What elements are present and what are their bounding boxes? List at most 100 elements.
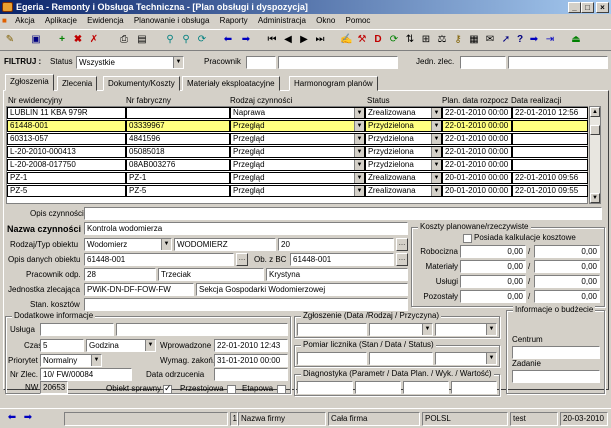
czas-input[interactable]: 5 (40, 339, 84, 352)
dropdown-icon[interactable]: ▼ (431, 121, 441, 131)
dropdown-icon[interactable]: ▼ (354, 108, 364, 118)
table-cell[interactable]: 22-01-2010 00:00 (442, 146, 512, 158)
table-cell[interactable]: 60313-057 (7, 133, 126, 145)
menu-pomoc[interactable]: Pomoc (342, 14, 375, 28)
stan-kosztow-input[interactable] (84, 298, 408, 311)
dropdown-icon[interactable]: ▼ (354, 160, 364, 170)
sort-icon[interactable]: ⇅ (404, 34, 416, 46)
usluga-name-input[interactable] (116, 323, 288, 336)
zgloszenie-przyczyna-select[interactable]: ▼ (435, 323, 497, 336)
table-cell[interactable]: Przegląd ▼ (230, 172, 365, 184)
wprowadzone-input[interactable]: 22-01-2010 12:43 (214, 339, 288, 352)
wymag-input[interactable]: 31-01-2010 00:00 (214, 354, 288, 367)
col-header-nr-ewid[interactable]: Nr ewidencyjny (8, 96, 62, 106)
dropdown-icon[interactable]: ▼ (431, 147, 441, 157)
table-cell[interactable]: 22-01-2010 09:55 (512, 185, 588, 197)
zadanie-input[interactable] (512, 370, 600, 383)
table-row[interactable]: PZ-1 PZ-1 Przegląd ▼ Zrealizowana ▼ 20-01-2010… (7, 172, 589, 184)
table-cell[interactable]: 08AB003276 (126, 159, 230, 171)
tab-harmonogram[interactable]: Harmonogram planów (289, 76, 378, 91)
table-cell[interactable]: PZ-1 (7, 172, 126, 184)
dropdown-icon[interactable]: ▼ (431, 186, 441, 196)
dropdown-icon[interactable]: ▼ (431, 134, 441, 144)
arrow-right-icon[interactable]: ➡ (240, 34, 252, 46)
table-row[interactable]: 61448-001 03339967 Przegląd ▼ Przydzielona ▼ 2… (7, 120, 589, 132)
nazwa-czynnosci-input[interactable]: Kontrola wodomierza (84, 222, 408, 235)
prev-record-icon[interactable]: ◀ (282, 34, 294, 46)
pomiar-data-input[interactable] (369, 352, 433, 365)
obiekt-sprawny-checkbox[interactable] (163, 383, 172, 394)
col-header-rodzaj[interactable]: Rodzaj czynności (230, 96, 292, 106)
menu-ewidencja[interactable]: Ewidencja (83, 14, 127, 28)
posiada-kalkulacje-checkbox[interactable] (463, 234, 472, 243)
jedn-name-input[interactable] (508, 56, 608, 69)
status-back-icon[interactable]: ⬅ (6, 412, 18, 424)
table-cell[interactable]: 03339967 (126, 120, 230, 132)
pracownik-id-input[interactable] (246, 56, 276, 69)
menu-okno[interactable]: Okno (312, 14, 339, 28)
pracownik-name-input[interactable] (278, 56, 398, 69)
dropdown-icon[interactable]: ▼ (354, 134, 364, 144)
jednostka-name[interactable]: Sekcja Gospodarki Wodomierzowej (196, 283, 408, 296)
ob-bc-input[interactable]: 61448-001 (290, 253, 394, 266)
add-icon[interactable]: + (56, 34, 68, 46)
scroll-down-icon[interactable]: ▼ (590, 193, 600, 203)
table-cell[interactable]: 22-01-2010 12:56 (512, 107, 588, 119)
table-row[interactable]: PZ-5 PZ-5 Przegląd ▼ Zrealizowana ▼ 20-01-2010… (7, 185, 589, 197)
tree-icon[interactable]: ⊞ (420, 34, 432, 46)
scroll-thumb[interactable] (590, 125, 600, 135)
cursor-icon[interactable]: ➚ (500, 34, 512, 46)
pracownik-imie[interactable]: Krystyna (266, 268, 408, 281)
koszt-rzecz-input[interactable]: 0,00 (534, 275, 600, 288)
table-cell[interactable]: 22-01-2010 00:00 (442, 159, 512, 171)
table-cell[interactable] (126, 107, 230, 119)
diag-wyk-input[interactable] (403, 381, 449, 394)
jedn-code-input[interactable] (460, 56, 506, 69)
diag-parametr-input[interactable] (297, 381, 353, 394)
menu-administracja[interactable]: Administracja (254, 14, 310, 28)
col-header-plan-data[interactable]: Plan. data rozpocz (442, 96, 508, 106)
przestojowa-checkbox[interactable] (227, 385, 236, 394)
pracownik-nazwisko[interactable]: Trzeciak (158, 268, 264, 281)
menu-raporty[interactable]: Raporty (216, 14, 252, 28)
status-filter-select[interactable]: Wszystkie ▼ (76, 56, 184, 69)
tab-zlecenia[interactable]: Zlecenia (57, 76, 98, 91)
menu-planowanie[interactable]: Planowanie i obsługa (130, 14, 214, 28)
table-cell[interactable]: 05085018 (126, 146, 230, 158)
table-cell[interactable] (512, 159, 588, 171)
table-cell[interactable] (512, 120, 588, 132)
last-record-icon[interactable]: ⏭ (314, 34, 326, 46)
pomiar-status-select[interactable]: ▼ (435, 352, 497, 365)
status-forward-icon[interactable]: ➡ (22, 412, 34, 424)
delete-icon[interactable]: ✖ (72, 34, 84, 46)
grid-scrollbar[interactable]: ▲ ▼ (589, 106, 601, 204)
koszt-rzecz-input[interactable]: 0,00 (534, 260, 600, 273)
table-cell[interactable]: Zrealizowana ▼ (365, 185, 442, 197)
priorytet-select[interactable]: Normalny ▼ (40, 354, 102, 367)
dropdown-icon[interactable]: ▼ (354, 173, 364, 183)
typ-obiektu-input[interactable]: WODOMIERZ (174, 238, 276, 251)
koszt-rzecz-input[interactable]: 0,00 (534, 290, 600, 303)
table-cell[interactable]: Naprawa ▼ (230, 107, 365, 119)
table-row[interactable]: L-20-2008-017750 08AB003276 Przegląd ▼ Przyd… (7, 159, 589, 171)
help-icon[interactable]: ? (514, 34, 526, 46)
tab-materialy[interactable]: Materiały eksploatacyjne (182, 76, 280, 91)
table-cell[interactable]: Przydzielona ▼ (365, 146, 442, 158)
table-cell[interactable]: Przydzielona ▼ (365, 159, 442, 171)
dropdown-icon[interactable]: ▼ (431, 108, 441, 118)
forward-icon[interactable]: ➡ (528, 34, 540, 46)
table-row[interactable]: LUBLIN 11 KBA 979R Naprawa ▼ Zrealizowana ▼ 2… (7, 107, 589, 119)
typ-num-input[interactable]: 20 (278, 238, 394, 251)
refresh-icon[interactable]: ⟳ (196, 34, 208, 46)
arrow-left-icon[interactable]: ⬅ (222, 34, 234, 46)
tab-zgloszenia[interactable]: Zgłoszenia (5, 74, 54, 91)
dropdown-icon[interactable]: ▼ (354, 121, 364, 131)
table-cell[interactable]: 61448-001 (7, 120, 126, 132)
dropdown-icon[interactable]: ▼ (431, 173, 441, 183)
table-cell[interactable]: L-20-2008-017750 (7, 159, 126, 171)
edit-icon[interactable]: ✍ (340, 34, 352, 46)
table-cell[interactable]: LUBLIN 11 KBA 979R (7, 107, 126, 119)
table-cell[interactable]: 22-01-2010 09:56 (512, 172, 588, 184)
measure-icon[interactable]: ⚖ (436, 34, 448, 46)
ob-lookup-button[interactable]: … (396, 253, 408, 266)
